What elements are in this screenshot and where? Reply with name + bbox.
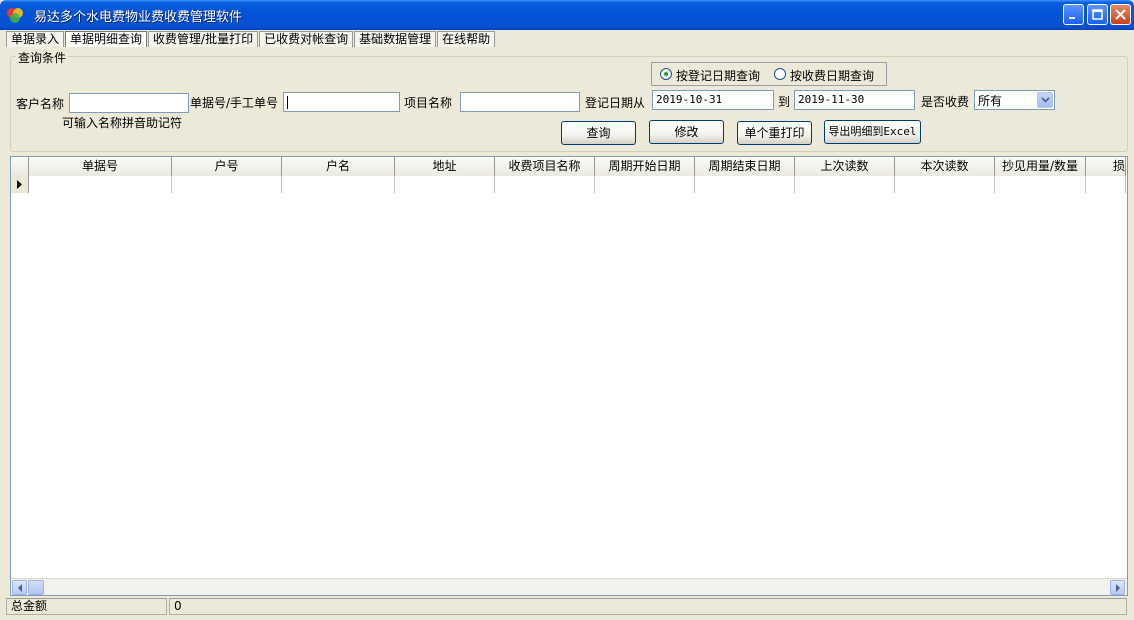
column-header-charge-item[interactable]: 收费项目名称	[495, 157, 595, 176]
horizontal-scrollbar[interactable]	[11, 578, 1127, 595]
cell-usage[interactable]	[995, 176, 1086, 193]
column-header-current-reading[interactable]: 本次读数	[895, 157, 995, 176]
total-amount-value: 0	[169, 598, 1127, 615]
column-header-period-start[interactable]: 周期开始日期	[595, 157, 695, 176]
radio-register-date-label[interactable]: 按登记日期查询	[676, 67, 760, 84]
cell-account-name[interactable]	[282, 176, 395, 193]
date-mode-radio-group: 按登记日期查询 按收费日期查询	[651, 62, 887, 86]
charged-status-select[interactable]: 所有	[974, 90, 1055, 110]
minimize-button[interactable]	[1063, 4, 1084, 25]
scroll-left-button[interactable]	[12, 580, 27, 595]
current-row-arrow-icon	[17, 180, 22, 189]
app-logo-icon	[6, 6, 24, 24]
title-bar: 易达多个水电费物业费收费管理软件	[0, 0, 1134, 30]
column-header-period-end[interactable]: 周期结束日期	[695, 157, 795, 176]
grid-header: 单据号 户号 户名 地址 收费项目名称 周期开始日期 周期结束日期 上次读数 本…	[11, 157, 1126, 176]
bill-no-input[interactable]	[283, 92, 400, 112]
cell-last-reading[interactable]	[795, 176, 895, 193]
table-row[interactable]	[11, 176, 1126, 193]
close-button[interactable]	[1110, 4, 1131, 25]
edit-button[interactable]: 修改	[649, 120, 724, 144]
bill-detail-grid[interactable]: 单据号 户号 户名 地址 收费项目名称 周期开始日期 周期结束日期 上次读数 本…	[10, 156, 1128, 596]
scroll-right-button[interactable]	[1110, 580, 1125, 595]
column-header-loss[interactable]: 损	[1086, 157, 1126, 176]
tab-bill-detail-query[interactable]: 单据明细查询	[65, 31, 148, 47]
column-header-usage[interactable]: 抄见用量/数量	[995, 157, 1086, 176]
cell-loss[interactable]	[1086, 176, 1126, 193]
column-header-account-no[interactable]: 户号	[172, 157, 282, 176]
query-button[interactable]: 查询	[561, 121, 636, 145]
cell-period-end[interactable]	[695, 176, 795, 193]
cell-address[interactable]	[395, 176, 495, 193]
customer-hint-text: 可输入名称拼音助记符	[62, 116, 183, 130]
minimize-icon	[1069, 17, 1075, 19]
charged-status-label: 是否收费	[921, 95, 970, 109]
radio-charge-date-label[interactable]: 按收费日期查询	[790, 67, 874, 84]
menu-tabs: 单据录入 单据明细查询 收费管理/批量打印 已收费对帐查询 基础数据管理 在线帮…	[6, 31, 496, 47]
maximize-icon	[1092, 9, 1103, 20]
export-excel-button[interactable]: 导出明细到Excel	[824, 120, 921, 144]
dropdown-arrow-button[interactable]	[1037, 92, 1053, 108]
item-name-label: 项目名称	[404, 96, 453, 110]
arrow-left-icon	[17, 583, 22, 592]
date-from-input[interactable]: 2019-10-31	[652, 90, 774, 110]
radio-charge-date[interactable]	[774, 68, 786, 80]
maximize-button[interactable]	[1087, 4, 1108, 25]
date-from-label: 登记日期从	[585, 96, 646, 110]
customer-name-input[interactable]	[69, 93, 189, 113]
date-to-label: 到	[778, 95, 791, 109]
close-icon	[1115, 9, 1126, 20]
column-header-last-reading[interactable]: 上次读数	[795, 157, 895, 176]
status-bar: 总金额 0	[6, 598, 1130, 616]
total-amount-label: 总金额	[6, 598, 167, 615]
tab-charged-reconciliation[interactable]: 已收费对帐查询	[259, 31, 354, 47]
header-indicator-cell	[11, 157, 29, 176]
tab-bill-entry[interactable]: 单据录入	[6, 31, 65, 47]
reprint-button[interactable]: 单个重打印	[737, 121, 812, 145]
row-indicator	[11, 176, 29, 193]
column-header-bill-no[interactable]: 单据号	[29, 157, 172, 176]
column-header-account-name[interactable]: 户名	[282, 157, 395, 176]
arrow-right-icon	[1115, 583, 1120, 592]
tab-online-help[interactable]: 在线帮助	[437, 31, 496, 47]
bill-no-label: 单据号/手工单号	[190, 96, 279, 110]
cell-bill-no[interactable]	[29, 176, 172, 193]
query-conditions-title: 查询条件	[16, 49, 69, 66]
cell-current-reading[interactable]	[895, 176, 995, 193]
window-title: 易达多个水电费物业费收费管理软件	[34, 10, 243, 25]
date-to-input[interactable]: 2019-11-30	[794, 90, 915, 110]
cell-charge-item[interactable]	[495, 176, 595, 193]
column-header-address[interactable]: 地址	[395, 157, 495, 176]
cell-period-start[interactable]	[595, 176, 695, 193]
charged-status-value: 所有	[978, 94, 1003, 108]
cell-account-no[interactable]	[172, 176, 282, 193]
item-name-input[interactable]	[460, 92, 580, 112]
scrollbar-thumb[interactable]	[28, 580, 44, 595]
tab-base-data[interactable]: 基础数据管理	[354, 31, 437, 47]
tab-charge-management[interactable]: 收费管理/批量打印	[148, 31, 259, 47]
customer-name-label: 客户名称	[16, 97, 65, 111]
chevron-down-icon	[1040, 97, 1050, 103]
radio-register-date[interactable]	[660, 68, 672, 80]
